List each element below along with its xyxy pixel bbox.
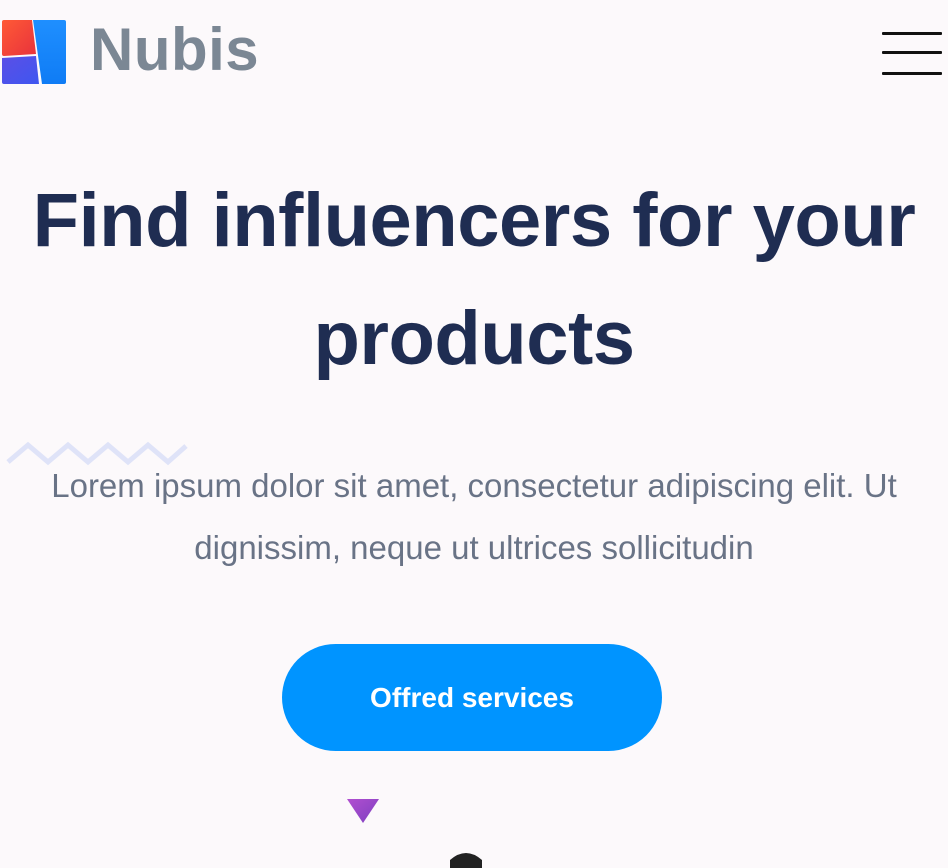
offered-services-button[interactable]: Offred services [282,644,662,751]
nubis-logo-icon [2,20,66,84]
hero-title: Find influencers for your products [32,178,916,381]
triangle-down-icon [347,799,379,823]
site-header: Nubis [0,0,948,110]
hero-description: Lorem ipsum dolor sit amet, consectetur … [51,467,897,566]
brand-logo[interactable]: Nubis [2,20,259,84]
menu-button[interactable] [882,30,942,76]
avatar [450,853,482,868]
brand-name: Nubis [90,16,260,83]
